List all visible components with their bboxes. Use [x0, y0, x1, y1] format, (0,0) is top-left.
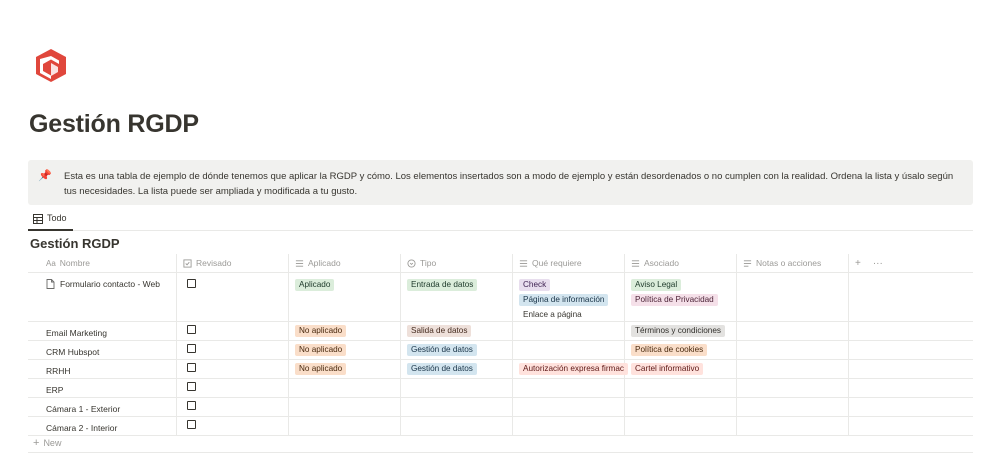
row-name-cell[interactable]: ERP [28, 379, 177, 397]
column-header-notas[interactable]: Notas o acciones [737, 254, 849, 272]
revisado-checkbox[interactable] [187, 363, 196, 372]
notas-cell[interactable] [737, 360, 849, 378]
pushpin-icon: 📌 [38, 170, 52, 182]
checkbox-icon [183, 258, 192, 268]
aplicado-tag: Aplicado [295, 279, 335, 291]
new-row-label: New [43, 438, 62, 448]
notas-cell[interactable] [737, 322, 849, 340]
column-header-aplicado[interactable]: Aplicado [289, 254, 401, 272]
notas-cell[interactable] [737, 273, 849, 321]
notas-cell[interactable] [737, 417, 849, 435]
requiere-tag: Página de información [519, 294, 609, 306]
database-table: Aa Nombre Revisado Aplicado Tipo Qué req… [28, 254, 973, 436]
table-row[interactable]: Cámara 1 - Exterior [28, 398, 973, 417]
table-icon [33, 214, 43, 224]
view-tabs: Todo [28, 211, 973, 231]
table-row[interactable]: Cámara 2 - Interior [28, 417, 973, 436]
revisado-checkbox[interactable] [187, 279, 196, 288]
revisado-checkbox[interactable] [187, 344, 196, 353]
notas-cell[interactable] [737, 398, 849, 416]
revisado-checkbox[interactable] [187, 325, 196, 334]
notas-cell[interactable] [737, 341, 849, 359]
column-header-nombre[interactable]: Aa Nombre [28, 254, 177, 272]
revisado-checkbox[interactable] [187, 382, 196, 391]
tipo-tag: Salida de datos [407, 325, 472, 337]
aplicado-tag: No aplicado [295, 344, 347, 356]
divider [28, 452, 973, 453]
callout-text: Esta es una tabla de ejemplo de dónde te… [64, 171, 954, 197]
aplicado-tag: No aplicado [295, 325, 347, 337]
select-icon [407, 258, 416, 268]
list-icon [295, 259, 304, 267]
asociado-tag: Términos y condiciones [631, 325, 726, 337]
table-header: Aa Nombre Revisado Aplicado Tipo Qué req… [28, 254, 973, 273]
requiere-tag: Enlace a página [523, 310, 582, 319]
row-name-cell[interactable]: CRM Hubspot [28, 341, 177, 359]
column-header-asociado[interactable]: Asociado [625, 254, 737, 272]
add-column-button[interactable]: + [855, 258, 861, 269]
revisado-checkbox[interactable] [187, 401, 196, 410]
row-name-cell[interactable]: Cámara 1 - Exterior [28, 398, 177, 416]
asociado-tag: Aviso Legal [631, 279, 682, 291]
column-header-que-requiere[interactable]: Qué requiere [513, 254, 625, 272]
asociado-tag: Política de Privacidad [631, 294, 718, 306]
header-actions: + ··· [849, 254, 973, 272]
aplicado-tag: No aplicado [295, 363, 347, 375]
list-icon [519, 259, 528, 267]
requiere-tag: Check [519, 279, 551, 291]
plus-icon: + [33, 437, 40, 449]
tipo-tag: Gestión de datos [407, 344, 477, 356]
notas-cell[interactable] [737, 379, 849, 397]
tipo-tag: Gestión de datos [407, 363, 477, 375]
column-header-tipo[interactable]: Tipo [401, 254, 513, 272]
tab-todo[interactable]: Todo [28, 211, 73, 231]
row-name-cell[interactable]: Email Marketing [28, 322, 177, 340]
callout-block: 📌 Esta es una tabla de ejemplo de dónde … [28, 160, 973, 205]
table-row[interactable]: RRHH No aplicado Gestión de datos Autori… [28, 360, 973, 379]
row-name-cell[interactable]: RRHH [28, 360, 177, 378]
table-row[interactable]: Formulario contacto - Web Aplicado Entra… [28, 273, 973, 322]
row-name-cell[interactable]: Formulario contacto - Web [28, 273, 177, 321]
row-name-cell[interactable]: Cámara 2 - Interior [28, 417, 177, 435]
cube-logo-icon [33, 47, 69, 83]
page-title: Gestión RGDP [29, 110, 199, 138]
page-icon [46, 279, 55, 289]
list-icon [631, 259, 640, 267]
table-row[interactable]: Email Marketing No aplicado Salida de da… [28, 322, 973, 341]
text-icon: Aa [46, 258, 56, 268]
tipo-tag: Entrada de datos [407, 279, 478, 291]
database-title[interactable]: Gestión RGDP [30, 236, 120, 251]
table-row[interactable]: CRM Hubspot No aplicado Gestión de datos… [28, 341, 973, 360]
text-lines-icon [743, 259, 752, 267]
tab-label: Todo [47, 213, 67, 223]
column-header-revisado[interactable]: Revisado [177, 254, 289, 272]
new-row-button[interactable]: + New [33, 437, 61, 449]
more-options-button[interactable]: ··· [873, 258, 883, 269]
table-row[interactable]: ERP [28, 379, 973, 398]
requiere-tag: Autorización expresa firmac [519, 363, 629, 375]
revisado-checkbox[interactable] [187, 420, 196, 429]
asociado-tag: Cartel informativo [631, 363, 704, 375]
asociado-tag: Política de cookies [631, 344, 708, 356]
